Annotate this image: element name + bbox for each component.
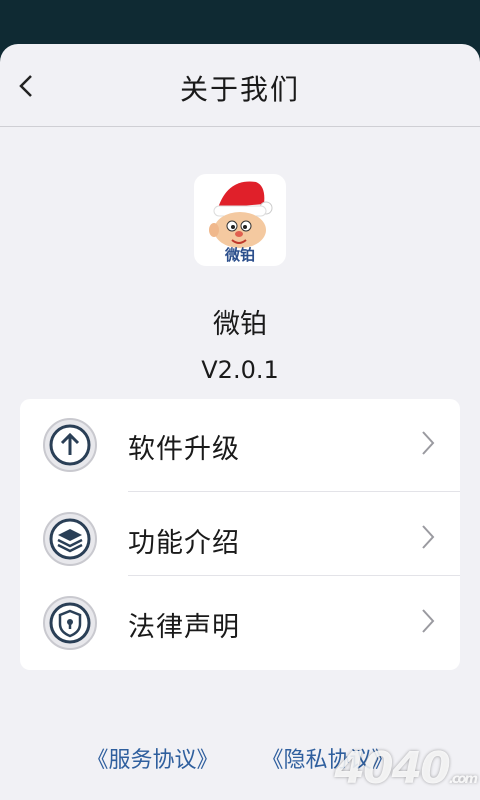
chevron-right-icon (422, 525, 435, 549)
shield-lock-icon (43, 596, 97, 650)
app-version: V2.0.1 (201, 356, 279, 384)
divider (128, 491, 460, 492)
service-agreement-link[interactable]: 《服务协议》 (86, 748, 218, 773)
layers-icon (43, 512, 97, 566)
menu-item-label: 法律声明 (128, 612, 240, 643)
page-title: 关于我们 (179, 73, 300, 106)
watermark-logo: 4040.com (334, 743, 478, 794)
divider (128, 575, 460, 576)
upgrade-arrow-icon (43, 418, 97, 472)
svg-text:微铂: 微铂 (224, 246, 255, 264)
chevron-right-icon (422, 609, 435, 633)
menu-item-features[interactable]: 功能介绍 (20, 493, 460, 577)
app-name: 微铂 (213, 309, 267, 340)
chevron-right-icon (422, 431, 435, 455)
menu-card: 软件升级 功能介绍 法律声明 (20, 399, 460, 670)
menu-item-label: 软件升级 (128, 434, 240, 465)
menu-item-software-upgrade[interactable]: 软件升级 (20, 399, 460, 483)
santa-baby-logo-icon: 微铂 (209, 181, 273, 264)
menu-item-legal[interactable]: 法律声明 (20, 577, 460, 661)
about-page: 关于我们 微铂 微铂 V2.0.1 软件升级 功能介绍 法律声明 《服务协议》 … (0, 44, 480, 800)
menu-item-label: 功能介绍 (128, 528, 240, 559)
app-logo: 微铂 (194, 174, 286, 266)
nav-header: 关于我们 (0, 44, 480, 127)
